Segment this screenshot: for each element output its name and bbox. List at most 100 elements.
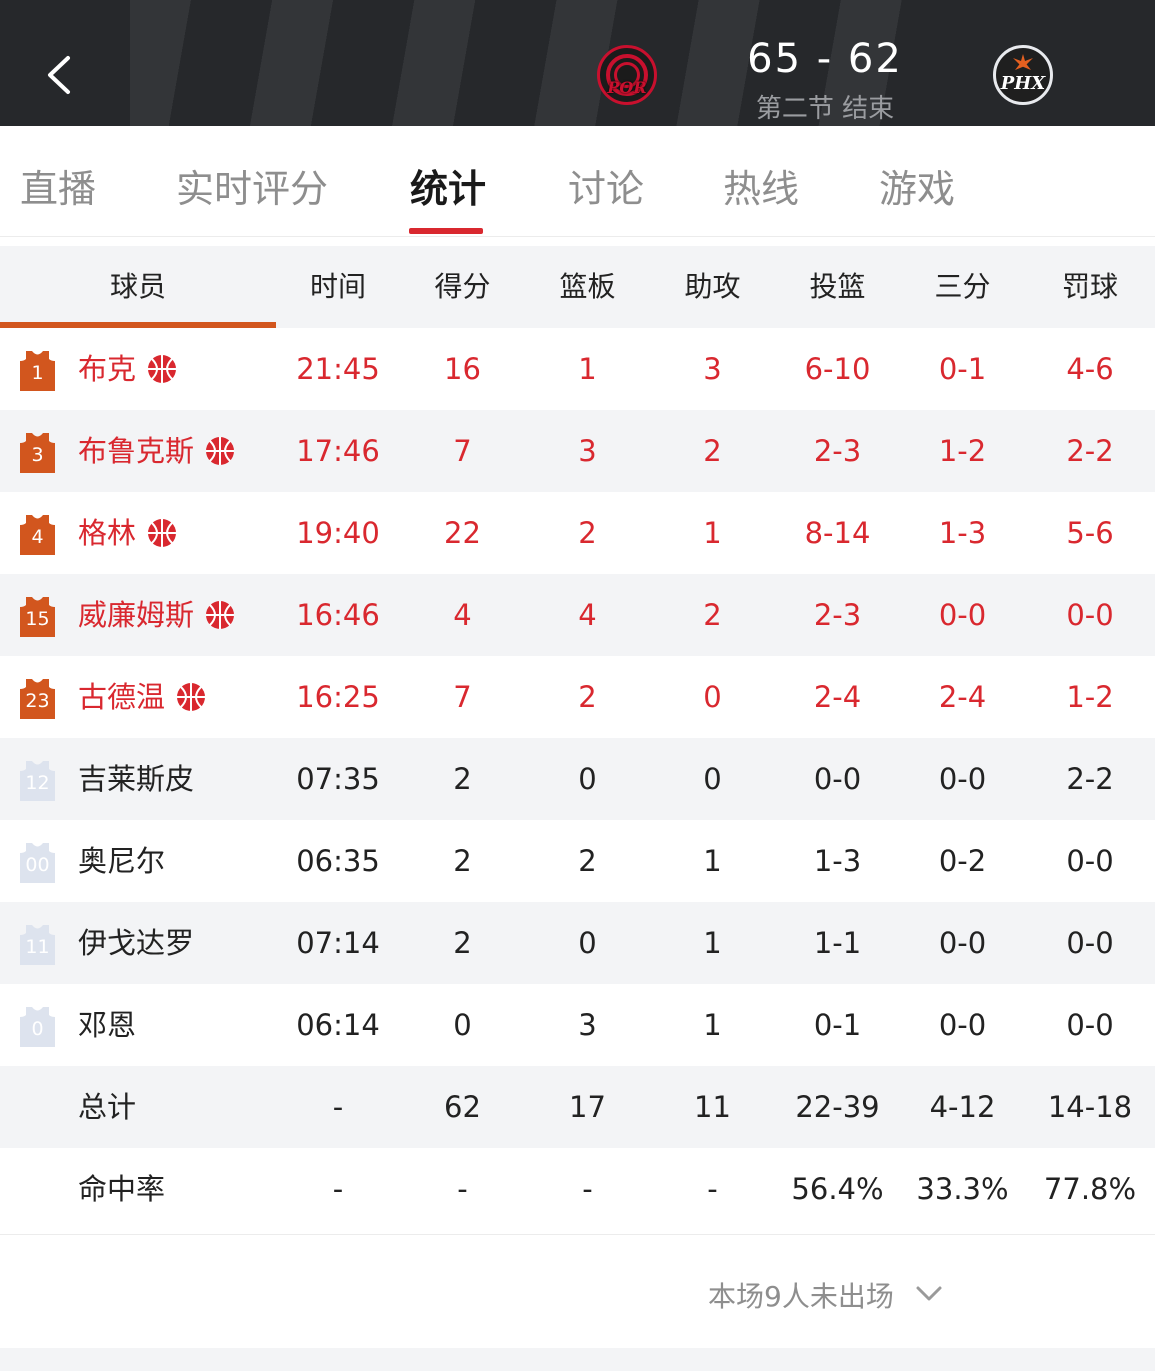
tab-hotline[interactable]: 热线 [723, 158, 799, 213]
away-team-logo[interactable]: PHX [993, 45, 1053, 105]
table-row[interactable]: 00 奥尼尔 06:35 2 2 1 1-3 0-2 0-0 [0, 820, 1155, 902]
chevron-left-icon[interactable] [40, 50, 80, 100]
table-row[interactable]: 1 布克 21:45 16 1 3 6-10 0-1 4-6 [0, 328, 1155, 410]
player-cell[interactable]: 1 布克 [0, 328, 276, 410]
table-row[interactable]: 3 布鲁克斯 17:46 7 3 2 2-3 1-2 2-2 [0, 410, 1155, 492]
tab-discussion[interactable]: 讨论 [568, 158, 644, 213]
column-header-time[interactable]: 时间 [276, 246, 400, 328]
table-row[interactable]: 15 威廉姆斯 16:46 4 4 2 2-3 0-0 0-0 [0, 574, 1155, 656]
table-row[interactable]: 0 邓恩 06:14 0 3 1 0-1 0-0 0-0 [0, 984, 1155, 1066]
tab-live-rating[interactable]: 实时评分 [176, 158, 328, 213]
free-throws-cell: 0-0 [1066, 926, 1114, 960]
rebounds-cell: 1 [578, 352, 597, 386]
three-pointers-cell: 0-0 [938, 762, 987, 796]
player-cell[interactable]: 00 奥尼尔 [0, 820, 276, 902]
player-name[interactable]: 古德温 [78, 656, 207, 738]
free-throws-cell: 2-2 [1066, 762, 1114, 796]
game-header: POR 65 - 62 第二节 结束 PHX [0, 0, 1155, 126]
rebounds-cell: - [582, 1172, 593, 1206]
player-cell[interactable]: 4 格林 [0, 492, 276, 574]
player-name[interactable]: 邓恩 [78, 984, 136, 1066]
jersey-icon: 3 [20, 433, 55, 473]
column-header-player[interactable]: 球员 [0, 246, 276, 328]
assists-cell: 3 [703, 352, 722, 386]
player-name-text: 布克 [78, 352, 137, 386]
assists-cell: 11 [694, 1090, 731, 1124]
points-cell: 62 [444, 1090, 481, 1124]
chevron-down-icon[interactable] [914, 1281, 944, 1307]
score: 65 - 62 [747, 36, 903, 82]
time-cell: 17:46 [296, 434, 380, 468]
three-pointers-cell: 4-12 [929, 1090, 996, 1124]
time-cell: 16:25 [296, 680, 380, 714]
tab-games[interactable]: 游戏 [879, 158, 955, 213]
jersey-number: 00 [25, 854, 50, 876]
player-name[interactable]: 格林 [78, 492, 178, 574]
starter-basketball-icon [206, 436, 235, 465]
table-row[interactable]: 11 伊戈达罗 07:14 2 0 1 1-1 0-0 0-0 [0, 902, 1155, 984]
rebounds-cell: 0 [578, 926, 597, 960]
home-team-logo[interactable]: POR [597, 45, 657, 105]
assists-cell: 1 [703, 1008, 722, 1042]
player-cell[interactable]: 15 威廉姆斯 [0, 574, 276, 656]
time-cell: 07:35 [296, 762, 380, 796]
assists-cell: - [707, 1172, 718, 1206]
player-name[interactable]: 布克 [78, 328, 178, 410]
player-cell[interactable]: 23 古德温 [0, 656, 276, 738]
did-not-play-label[interactable]: 本场9人未出场 [708, 1275, 894, 1315]
column-header-free-throws[interactable]: 罚球 [1025, 246, 1155, 328]
column-header-points[interactable]: 得分 [400, 246, 525, 328]
points-cell: 2 [453, 762, 472, 796]
player-name[interactable]: 吉莱斯皮 [78, 738, 194, 820]
starter-basketball-icon [148, 518, 177, 547]
jersey-number: 3 [31, 444, 44, 466]
player-name[interactable]: 布鲁克斯 [78, 410, 236, 492]
starter-basketball-icon [177, 682, 206, 711]
rebounds-cell: 17 [569, 1090, 606, 1124]
did-not-play-toggle[interactable]: 本场9人未出场 [0, 1234, 1155, 1348]
table-row[interactable]: 23 古德温 16:25 7 2 0 2-4 2-4 1-2 [0, 656, 1155, 738]
table-header-row: 球员 时间 得分 篮板 助攻 投篮 三分 罚球 [0, 246, 1155, 328]
player-name[interactable]: 威廉姆斯 [78, 574, 236, 656]
points-cell: 16 [444, 352, 481, 386]
player-cell[interactable]: 12 吉莱斯皮 [0, 738, 276, 820]
player-cell[interactable]: 3 布鲁克斯 [0, 410, 276, 492]
table-row[interactable]: 4 格林 19:40 22 2 1 8-14 1-3 5-6 [0, 492, 1155, 574]
jersey-icon: 0 [20, 1007, 55, 1047]
free-throws-cell: 5-6 [1066, 516, 1114, 550]
player-name-text: 命中率 [78, 1172, 166, 1206]
three-pointers-cell: 33.3% [916, 1172, 1009, 1206]
table-row[interactable]: 12 吉莱斯皮 07:35 2 0 0 0-0 0-0 2-2 [0, 738, 1155, 820]
column-header-field-goals[interactable]: 投篮 [775, 246, 900, 328]
column-header-assists[interactable]: 助攻 [650, 246, 775, 328]
jersey-icon: 1 [20, 351, 55, 391]
points-cell: 0 [453, 1008, 472, 1042]
free-throws-cell: 0-0 [1066, 1008, 1114, 1042]
column-header-three-pointers[interactable]: 三分 [900, 246, 1025, 328]
tab-stats[interactable]: 统计 [410, 158, 486, 213]
field-goals-cell: 6-10 [804, 352, 871, 386]
player-name[interactable]: 伊戈达罗 [78, 902, 194, 984]
assists-cell: 1 [703, 926, 722, 960]
free-throws-cell: 0-0 [1066, 598, 1114, 632]
tab-live[interactable]: 直播 [20, 158, 96, 213]
jersey-number: 15 [25, 608, 50, 630]
tab-bar: 直播 实时评分 统计 讨论 热线 游戏 [0, 126, 1155, 237]
field-goals-cell: 56.4% [791, 1172, 884, 1206]
points-cell: 2 [453, 844, 472, 878]
player-name[interactable]: 奥尼尔 [78, 820, 165, 902]
field-goals-cell: 2-3 [813, 434, 862, 468]
player-cell: 总计 [0, 1066, 276, 1148]
points-cell: 7 [453, 680, 472, 714]
jersey-number: 12 [25, 772, 50, 794]
column-header-rebounds[interactable]: 篮板 [525, 246, 650, 328]
player-name-text: 威廉姆斯 [78, 598, 195, 632]
player-name-text: 伊戈达罗 [78, 926, 195, 960]
three-pointers-cell: 0-0 [938, 598, 987, 632]
assists-cell: 2 [703, 598, 722, 632]
player-cell[interactable]: 11 伊戈达罗 [0, 902, 276, 984]
three-pointers-cell: 2-4 [938, 680, 987, 714]
player-cell[interactable]: 0 邓恩 [0, 984, 276, 1066]
jersey-icon: 23 [20, 679, 55, 719]
free-throws-cell: 1-2 [1066, 680, 1114, 714]
